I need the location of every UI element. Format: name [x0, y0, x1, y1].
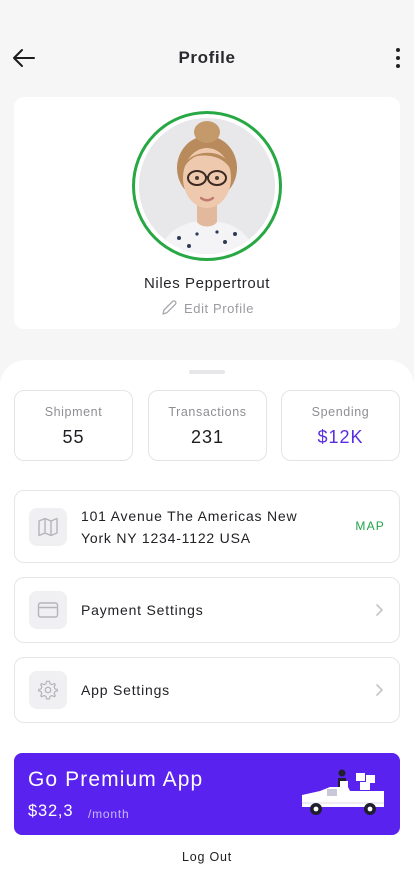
map-icon-box: [29, 507, 67, 546]
stat-label: Shipment: [44, 405, 103, 419]
sheet-handle[interactable]: [189, 370, 225, 374]
premium-price: $32,3: [28, 802, 74, 820]
map-link[interactable]: MAP: [355, 519, 385, 533]
avatar[interactable]: [139, 118, 275, 254]
more-options-button[interactable]: [390, 44, 406, 72]
app-settings-label: App Settings: [81, 682, 170, 698]
pencil-icon: [162, 300, 177, 315]
edit-profile-label: Edit Profile: [183, 300, 255, 316]
premium-title: Go Premium App: [28, 768, 204, 791]
gear-icon-box: [29, 671, 67, 709]
address-text: 101 Avenue The Americas New York NY 1234…: [81, 507, 298, 546]
chevron-right-icon: [376, 684, 383, 696]
avatar-photo: [139, 118, 275, 254]
card-icon-box: [29, 591, 67, 629]
profile-name: Niles Peppertrout: [143, 275, 271, 292]
address-row[interactable]: 101 Avenue The Americas New York NY 1234…: [14, 490, 400, 563]
payment-settings-label: Payment Settings: [81, 602, 204, 618]
gear-icon: [37, 680, 59, 700]
map-icon: [38, 517, 58, 536]
stat-value: $12K: [317, 427, 364, 447]
page-title: Profile: [178, 48, 236, 67]
top-bar: Profile: [0, 0, 414, 96]
edit-profile-link[interactable]: Edit Profile: [14, 299, 400, 317]
chevron-right-icon: [376, 604, 383, 616]
card-icon: [37, 602, 59, 618]
delivery-truck-icon: [302, 769, 384, 815]
stat-value: 231: [190, 427, 225, 447]
logout-button[interactable]: Log Out: [0, 850, 414, 864]
profile-card: Niles Peppertrout Edit Profile: [14, 97, 400, 329]
stat-value: 55: [62, 427, 85, 447]
stat-spending[interactable]: Spending $12K: [281, 390, 400, 461]
avatar-ring: [132, 111, 282, 261]
more-vertical-icon: [396, 48, 400, 52]
stat-transactions[interactable]: Transactions 231: [148, 390, 267, 461]
stat-label: Transactions: [168, 405, 247, 419]
payment-settings-row[interactable]: Payment Settings: [14, 577, 400, 643]
app-settings-row[interactable]: App Settings: [14, 657, 400, 723]
premium-unit: /month: [88, 807, 130, 821]
stat-shipment[interactable]: Shipment 55: [14, 390, 133, 461]
stat-label: Spending: [311, 405, 370, 419]
premium-banner[interactable]: Go Premium App $32,3 /month: [14, 753, 400, 835]
